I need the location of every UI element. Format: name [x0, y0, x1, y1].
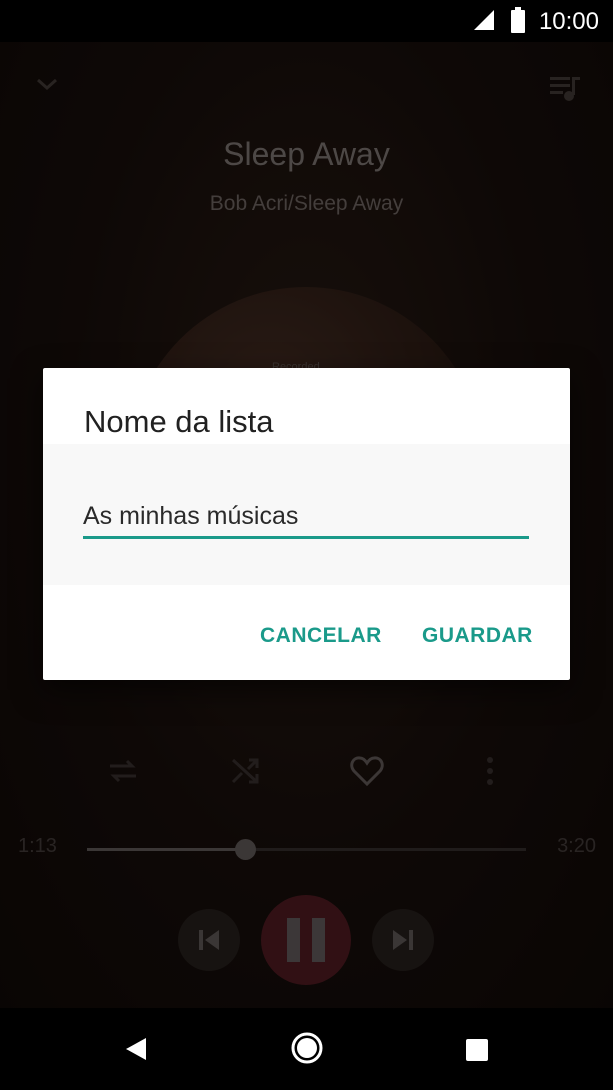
status-bar: 10:00	[0, 0, 613, 42]
status-time: 10:00	[538, 8, 599, 35]
recents-icon[interactable]	[465, 1038, 489, 1066]
dialog-content	[43, 444, 570, 585]
home-icon[interactable]	[289, 1030, 325, 1070]
save-button[interactable]: GUARDAR	[422, 624, 533, 648]
dialog-title: Nome da lista	[84, 404, 274, 439]
back-icon[interactable]	[124, 1036, 148, 1066]
cancel-button[interactable]: CANCELAR	[260, 624, 382, 648]
signal-icon	[472, 8, 496, 36]
playlist-name-input[interactable]	[83, 496, 529, 539]
playlist-name-dialog: Nome da lista CANCELAR GUARDAR	[43, 368, 570, 680]
battery-icon	[510, 7, 526, 37]
navigation-bar	[0, 1008, 613, 1090]
